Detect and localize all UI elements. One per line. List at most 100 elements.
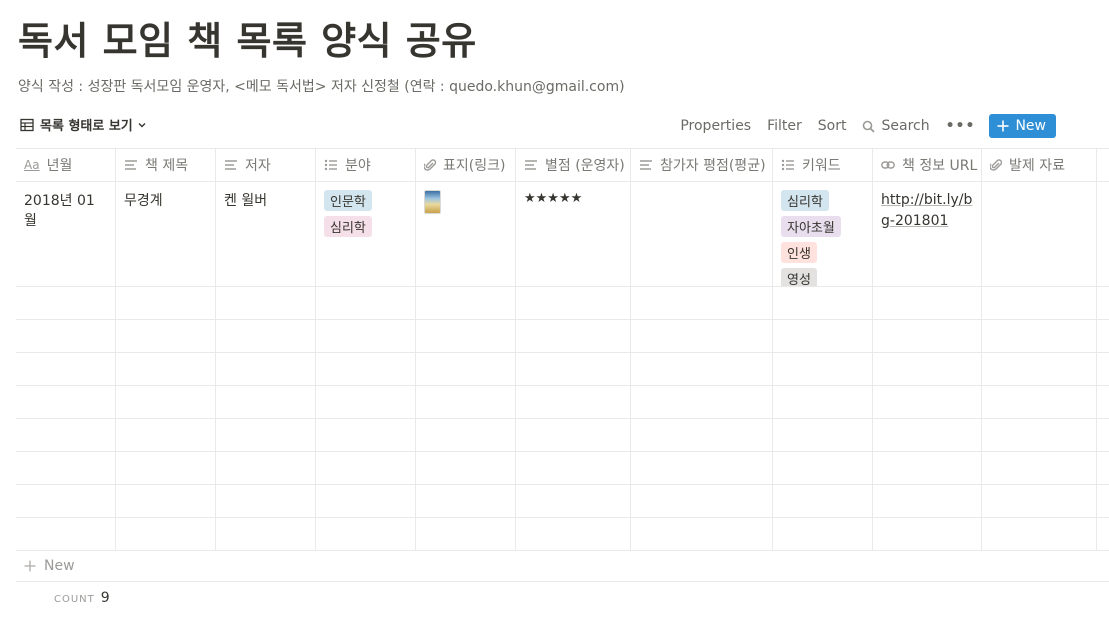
table-cell[interactable]	[516, 485, 631, 517]
table-cell[interactable]	[16, 452, 116, 484]
table-cell[interactable]	[216, 353, 316, 385]
table-cell[interactable]	[873, 419, 982, 451]
table-row[interactable]	[16, 452, 1109, 485]
table-cell[interactable]	[773, 518, 873, 550]
table-cell[interactable]	[116, 419, 216, 451]
table-cell[interactable]	[116, 452, 216, 484]
table-cell[interactable]	[631, 386, 773, 418]
more-options-button[interactable]: •••	[946, 118, 976, 134]
table-cell[interactable]	[316, 518, 416, 550]
table-cell[interactable]	[316, 320, 416, 352]
table-cell[interactable]	[873, 452, 982, 484]
new-button[interactable]: New	[989, 114, 1056, 138]
table-cell[interactable]	[416, 452, 516, 484]
properties-button[interactable]: Properties	[680, 118, 751, 134]
table-cell[interactable]	[873, 518, 982, 550]
table-cell[interactable]	[416, 485, 516, 517]
table-cell[interactable]	[631, 485, 773, 517]
column-header-date[interactable]: Aa 년월	[16, 149, 116, 181]
table-cell[interactable]	[16, 386, 116, 418]
table-cell[interactable]	[416, 320, 516, 352]
table-cell[interactable]	[982, 518, 1097, 550]
table-cell[interactable]	[982, 485, 1097, 517]
table-cell[interactable]	[631, 353, 773, 385]
table-cell[interactable]	[216, 452, 316, 484]
table-cell[interactable]	[116, 287, 216, 319]
count-summary[interactable]: COUNT 9	[54, 590, 110, 606]
table-cell[interactable]	[873, 485, 982, 517]
table-cell[interactable]	[16, 485, 116, 517]
table-row[interactable]	[16, 419, 1109, 452]
table-cell[interactable]	[516, 320, 631, 352]
table-cell[interactable]	[631, 452, 773, 484]
table-cell[interactable]	[873, 353, 982, 385]
table-cell[interactable]	[516, 386, 631, 418]
table-cell[interactable]	[216, 485, 316, 517]
table-cell[interactable]	[516, 452, 631, 484]
column-header-presentation[interactable]: 발제 자료	[982, 149, 1097, 181]
table-cell[interactable]	[631, 419, 773, 451]
table-cell[interactable]	[216, 518, 316, 550]
cell-participant-rating[interactable]	[631, 182, 773, 286]
column-header-keywords[interactable]: 키워드	[773, 149, 873, 181]
cell-field[interactable]: 인문학 심리학	[316, 182, 416, 286]
table-cell[interactable]	[773, 386, 873, 418]
table-cell[interactable]	[116, 353, 216, 385]
table-cell[interactable]	[416, 386, 516, 418]
table-cell[interactable]	[982, 419, 1097, 451]
table-cell[interactable]	[16, 320, 116, 352]
column-header-book-title[interactable]: 책 제목	[116, 149, 216, 181]
table-row[interactable]: 2018년 01월 무경계 켄 윌버 인문학 심리학 ★★★★★ 심리학 자아초…	[16, 182, 1109, 287]
table-cell[interactable]	[316, 353, 416, 385]
cell-date[interactable]: 2018년 01월	[16, 182, 116, 286]
table-cell[interactable]	[873, 287, 982, 319]
book-info-link[interactable]: http://bit.ly/bg-201801	[881, 192, 972, 229]
filter-button[interactable]: Filter	[767, 118, 802, 134]
table-cell[interactable]	[16, 287, 116, 319]
table-cell[interactable]	[631, 518, 773, 550]
table-cell[interactable]	[982, 386, 1097, 418]
table-cell[interactable]	[982, 452, 1097, 484]
column-header-field[interactable]: 분야	[316, 149, 416, 181]
table-cell[interactable]	[16, 419, 116, 451]
table-cell[interactable]	[982, 287, 1097, 319]
column-header-rating[interactable]: 별점 (운영자)	[516, 149, 631, 181]
table-cell[interactable]	[116, 320, 216, 352]
table-row[interactable]	[16, 353, 1109, 386]
table-cell[interactable]	[773, 452, 873, 484]
table-cell[interactable]	[631, 320, 773, 352]
column-header-url[interactable]: 책 정보 URL	[873, 149, 982, 181]
cell-rating[interactable]: ★★★★★	[516, 182, 631, 286]
cell-keywords[interactable]: 심리학 자아초월 인생 영성	[773, 182, 873, 286]
book-cover-thumbnail[interactable]	[424, 190, 441, 214]
cell-url[interactable]: http://bit.ly/bg-201801	[873, 182, 982, 286]
table-cell[interactable]	[216, 287, 316, 319]
table-cell[interactable]	[773, 287, 873, 319]
table-cell[interactable]	[316, 386, 416, 418]
table-cell[interactable]	[982, 353, 1097, 385]
table-cell[interactable]	[316, 287, 416, 319]
table-row[interactable]	[16, 518, 1109, 551]
table-cell[interactable]	[416, 518, 516, 550]
column-header-author[interactable]: 저자	[216, 149, 316, 181]
table-cell[interactable]	[516, 419, 631, 451]
column-header-cover[interactable]: 표지(링크)	[416, 149, 516, 181]
cell-book-title[interactable]: 무경계	[116, 182, 216, 286]
table-cell[interactable]	[982, 320, 1097, 352]
table-cell[interactable]	[873, 386, 982, 418]
column-header-participant-rating[interactable]: 참가자 평점(평균)	[631, 149, 773, 181]
table-cell[interactable]	[316, 485, 416, 517]
table-row[interactable]	[16, 320, 1109, 353]
table-cell[interactable]	[773, 353, 873, 385]
table-row[interactable]	[16, 386, 1109, 419]
view-switcher[interactable]: 목록 형태로 보기	[20, 115, 147, 134]
sort-button[interactable]: Sort	[818, 118, 847, 134]
table-cell[interactable]	[516, 287, 631, 319]
table-cell[interactable]	[416, 287, 516, 319]
table-cell[interactable]	[516, 353, 631, 385]
table-cell[interactable]	[631, 287, 773, 319]
table-cell[interactable]	[773, 320, 873, 352]
table-cell[interactable]	[316, 419, 416, 451]
table-cell[interactable]	[16, 353, 116, 385]
table-cell[interactable]	[216, 320, 316, 352]
